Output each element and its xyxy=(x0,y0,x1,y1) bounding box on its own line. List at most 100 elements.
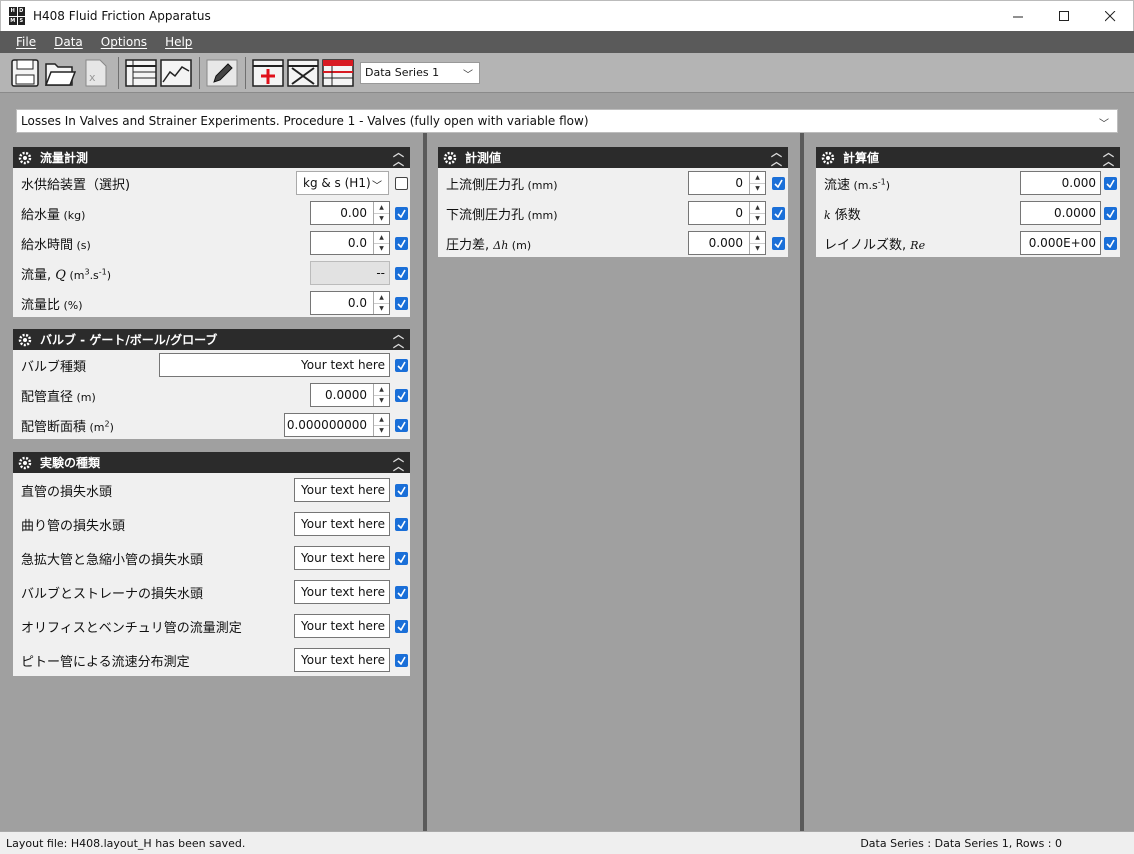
checkbox-checked[interactable] xyxy=(395,653,408,667)
water-mass-input[interactable]: 0.00 ▲ ▼ xyxy=(310,201,390,225)
field-label-text: 流量, xyxy=(21,267,52,283)
save-button[interactable] xyxy=(8,56,41,89)
experiment-text-input[interactable]: Your text here xyxy=(294,546,390,570)
check-icon xyxy=(774,179,783,188)
table-view-button[interactable] xyxy=(124,56,157,89)
maximize-button[interactable] xyxy=(1041,1,1087,31)
column-splitter[interactable] xyxy=(800,133,804,831)
spin-down-icon[interactable]: ▼ xyxy=(750,212,765,225)
measured-values-panel: 計測値 ︿ ︿ 上流側圧力孔 (mm) 0 ▲ ▼ 下流側圧力孔 (mm) 0 ▲ ▼… xyxy=(438,147,788,257)
logo-letter: M xyxy=(9,16,17,25)
excel-icon: x xyxy=(85,59,106,86)
open-button[interactable] xyxy=(43,56,76,89)
velocity-output[interactable]: 0.000 xyxy=(1020,171,1101,195)
spinner[interactable]: ▲ ▼ xyxy=(749,202,765,224)
water-supply-select[interactable]: kg & s (H1) ﹀ xyxy=(296,171,389,195)
valve-type-input[interactable]: Your text here xyxy=(159,353,390,377)
checkbox-checked[interactable] xyxy=(395,358,408,372)
checkbox-checked[interactable] xyxy=(1104,206,1117,220)
spin-up-icon[interactable]: ▲ xyxy=(374,292,389,303)
checkbox-checked[interactable] xyxy=(395,585,408,599)
spinner[interactable]: ▲ ▼ xyxy=(749,172,765,194)
experiment-text-input[interactable]: Your text here xyxy=(294,478,390,502)
spinner[interactable]: ▲ ▼ xyxy=(749,232,765,254)
downstream-pressure-input[interactable]: 0 ▲ ▼ xyxy=(688,201,766,225)
spin-up-icon[interactable]: ▲ xyxy=(374,202,389,213)
spin-down-icon[interactable]: ▼ xyxy=(374,394,389,407)
spin-down-icon[interactable]: ▼ xyxy=(374,424,389,437)
spin-down-icon[interactable]: ▼ xyxy=(750,182,765,195)
spin-up-icon[interactable]: ▲ xyxy=(750,202,765,213)
export-excel-button[interactable]: x xyxy=(78,56,111,89)
checkbox-checked[interactable] xyxy=(395,206,408,220)
checkbox-checked[interactable] xyxy=(395,236,408,250)
spin-up-icon[interactable]: ▲ xyxy=(750,232,765,243)
water-time-input[interactable]: 0.0 ▲ ▼ xyxy=(310,231,390,255)
k-factor-output[interactable]: 0.0000 xyxy=(1020,201,1101,225)
data-series-button[interactable] xyxy=(321,56,354,89)
checkbox-checked[interactable] xyxy=(1104,236,1117,250)
spin-down-icon[interactable]: ▼ xyxy=(374,302,389,315)
pipe-diameter-input[interactable]: 0.0000 ▲ ▼ xyxy=(310,383,390,407)
collapse-icon[interactable]: ︿ ︿ xyxy=(393,329,404,349)
flow-ratio-input[interactable]: 0.0 ▲ ▼ xyxy=(310,291,390,315)
collapse-icon[interactable]: ︿ ︿ xyxy=(771,147,782,167)
menu-options[interactable]: Options xyxy=(101,35,147,49)
reynolds-number-output[interactable]: 0.000E+00 xyxy=(1020,231,1101,255)
pressure-difference-input[interactable]: 0.000 ▲ ▼ xyxy=(688,231,766,255)
experiment-text-input[interactable]: Your text here xyxy=(294,614,390,638)
menu-help[interactable]: Help xyxy=(165,35,192,49)
graph-view-button[interactable] xyxy=(159,56,192,89)
spin-up-icon[interactable]: ▲ xyxy=(374,384,389,395)
spinner[interactable]: ▲ ▼ xyxy=(373,292,389,314)
collapse-icon[interactable]: ︿ ︿ xyxy=(393,452,404,472)
experiment-text-input[interactable]: Your text here xyxy=(294,648,390,672)
collapse-icon[interactable]: ︿ ︿ xyxy=(393,147,404,167)
spin-down-icon[interactable]: ▼ xyxy=(374,212,389,225)
spinner[interactable]: ▲ ▼ xyxy=(373,384,389,406)
checkbox-checked[interactable] xyxy=(395,296,408,310)
spin-down-icon[interactable]: ▼ xyxy=(374,242,389,255)
pipe-area-input[interactable]: 0.000000000 ▲ ▼ xyxy=(284,413,390,437)
spin-up-icon[interactable]: ▲ xyxy=(374,232,389,243)
checkbox-checked[interactable] xyxy=(395,483,408,497)
unit-sup: -1 xyxy=(877,176,886,186)
checkbox-checked[interactable] xyxy=(395,619,408,633)
column-splitter[interactable] xyxy=(423,133,427,831)
field-label: 配管断面積 (m2) xyxy=(21,416,114,435)
spinner[interactable]: ▲ ▼ xyxy=(373,232,389,254)
close-button[interactable] xyxy=(1087,1,1133,31)
checkbox-checked[interactable] xyxy=(395,551,408,565)
experiment-text-input[interactable]: Your text here xyxy=(294,512,390,536)
field-label-text: 給水時間 xyxy=(21,237,74,253)
checkbox-checked[interactable] xyxy=(395,418,408,432)
add-row-button[interactable] xyxy=(251,56,284,89)
checkbox-checked[interactable] xyxy=(395,266,408,280)
delete-row-button[interactable] xyxy=(286,56,319,89)
checkbox-checked[interactable] xyxy=(1104,176,1117,190)
checkbox[interactable] xyxy=(395,176,408,190)
edit-button[interactable] xyxy=(205,56,238,89)
checkbox-checked[interactable] xyxy=(395,388,408,402)
panel-header: 流量計測 ︿ ︿ xyxy=(13,147,410,168)
menu-file[interactable]: File xyxy=(16,35,36,49)
collapse-icon[interactable]: ︿ ︿ xyxy=(1103,147,1114,167)
checkbox-checked[interactable] xyxy=(395,517,408,531)
data-series-select[interactable]: Data Series 1 ﹀ xyxy=(360,61,480,84)
panel-title: バルブ - ゲート/ボール/グローブ xyxy=(40,333,218,347)
minimize-button[interactable] xyxy=(995,1,1041,31)
checkbox-checked[interactable] xyxy=(772,236,785,250)
flow-measurement-panel: 流量計測 ︿ ︿ 水供給装置（選択) kg & s (H1) ﹀ 給水量 (kg)… xyxy=(13,147,410,317)
panel-title: 実験の種類 xyxy=(40,456,101,470)
checkbox-checked[interactable] xyxy=(772,176,785,190)
spin-down-icon[interactable]: ▼ xyxy=(750,242,765,255)
upstream-pressure-input[interactable]: 0 ▲ ▼ xyxy=(688,171,766,195)
menu-data[interactable]: Data xyxy=(54,35,83,49)
procedure-select[interactable]: Losses In Valves and Strainer Experiment… xyxy=(16,109,1118,133)
checkbox-checked[interactable] xyxy=(772,206,785,220)
experiment-text-input[interactable]: Your text here xyxy=(294,580,390,604)
spin-up-icon[interactable]: ▲ xyxy=(750,172,765,183)
spinner[interactable]: ▲ ▼ xyxy=(373,414,389,436)
spin-up-icon[interactable]: ▲ xyxy=(374,414,389,425)
spinner[interactable]: ▲ ▼ xyxy=(373,202,389,224)
